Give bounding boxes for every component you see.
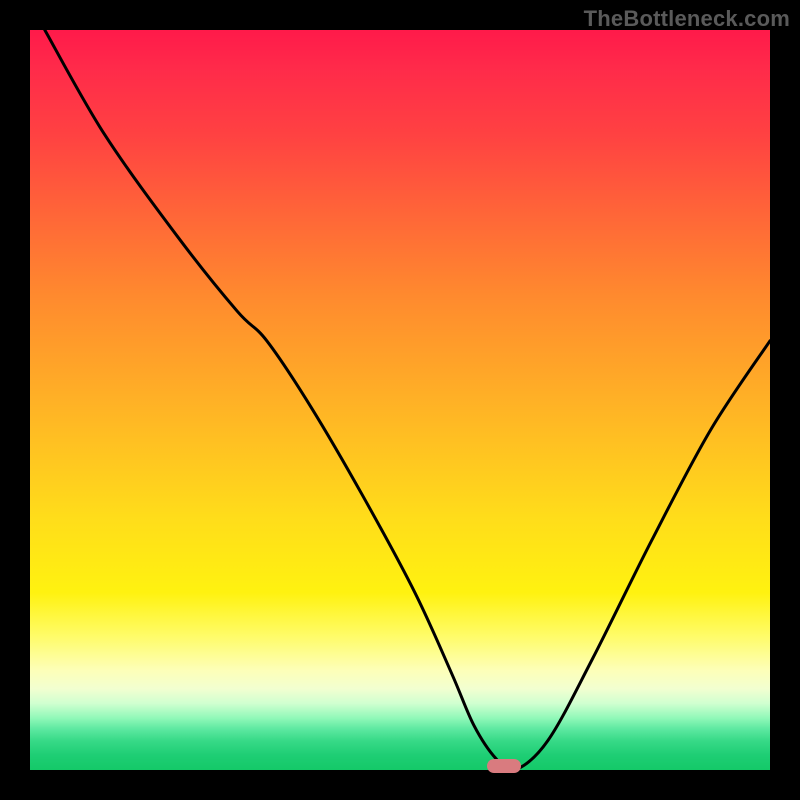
chart-container: TheBottleneck.com xyxy=(0,0,800,800)
minimum-marker xyxy=(487,759,521,773)
watermark-label: TheBottleneck.com xyxy=(584,6,790,32)
plot-area xyxy=(30,30,770,770)
bottleneck-curve xyxy=(30,30,770,770)
